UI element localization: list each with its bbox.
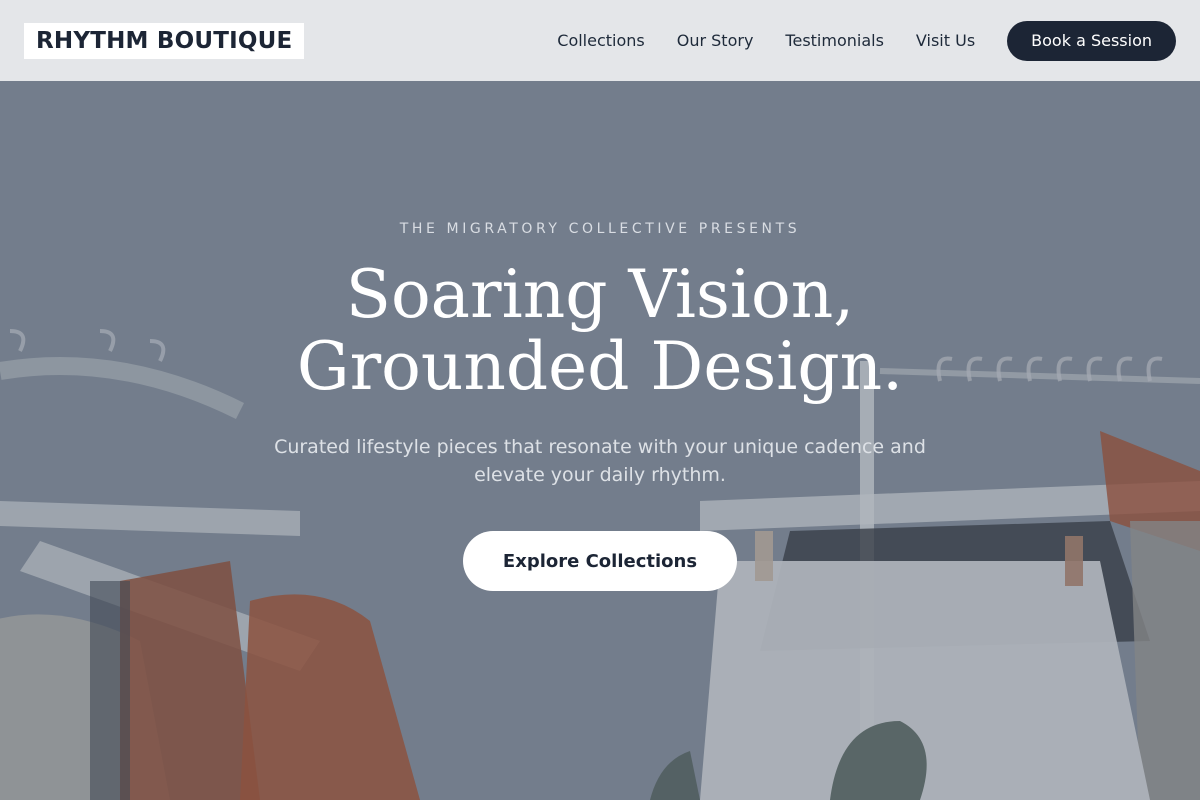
book-session-button[interactable]: Book a Session <box>1007 20 1176 61</box>
hero-headline-line-1: Soaring Vision, <box>345 256 855 333</box>
hero-eyebrow: THE MIGRATORY COLLECTIVE PRESENTS <box>399 221 801 237</box>
hero-headline: Soaring Vision, Grounded Design. <box>0 259 1200 403</box>
hero-subtext: Curated lifestyle pieces that resonate w… <box>274 436 926 486</box>
nav-link-collections[interactable]: Collections <box>557 31 644 50</box>
explore-collections-button[interactable]: Explore Collections <box>463 531 737 591</box>
nav-link-testimonials[interactable]: Testimonials <box>785 31 884 50</box>
site-header: RHYTHM BOUTIQUE Collections Our Story Te… <box>0 0 1200 81</box>
hero-section: THE MIGRATORY COLLECTIVE PRESENTS Soarin… <box>0 81 1200 800</box>
main-nav: Collections Our Story Testimonials Visit… <box>557 20 1176 61</box>
brand-logo[interactable]: RHYTHM BOUTIQUE <box>24 22 305 59</box>
nav-link-our-story[interactable]: Our Story <box>677 31 754 50</box>
hero-content: THE MIGRATORY COLLECTIVE PRESENTS Soarin… <box>0 221 1200 591</box>
hero-headline-line-2: Grounded Design. <box>296 328 904 405</box>
nav-link-visit-us[interactable]: Visit Us <box>916 31 975 50</box>
